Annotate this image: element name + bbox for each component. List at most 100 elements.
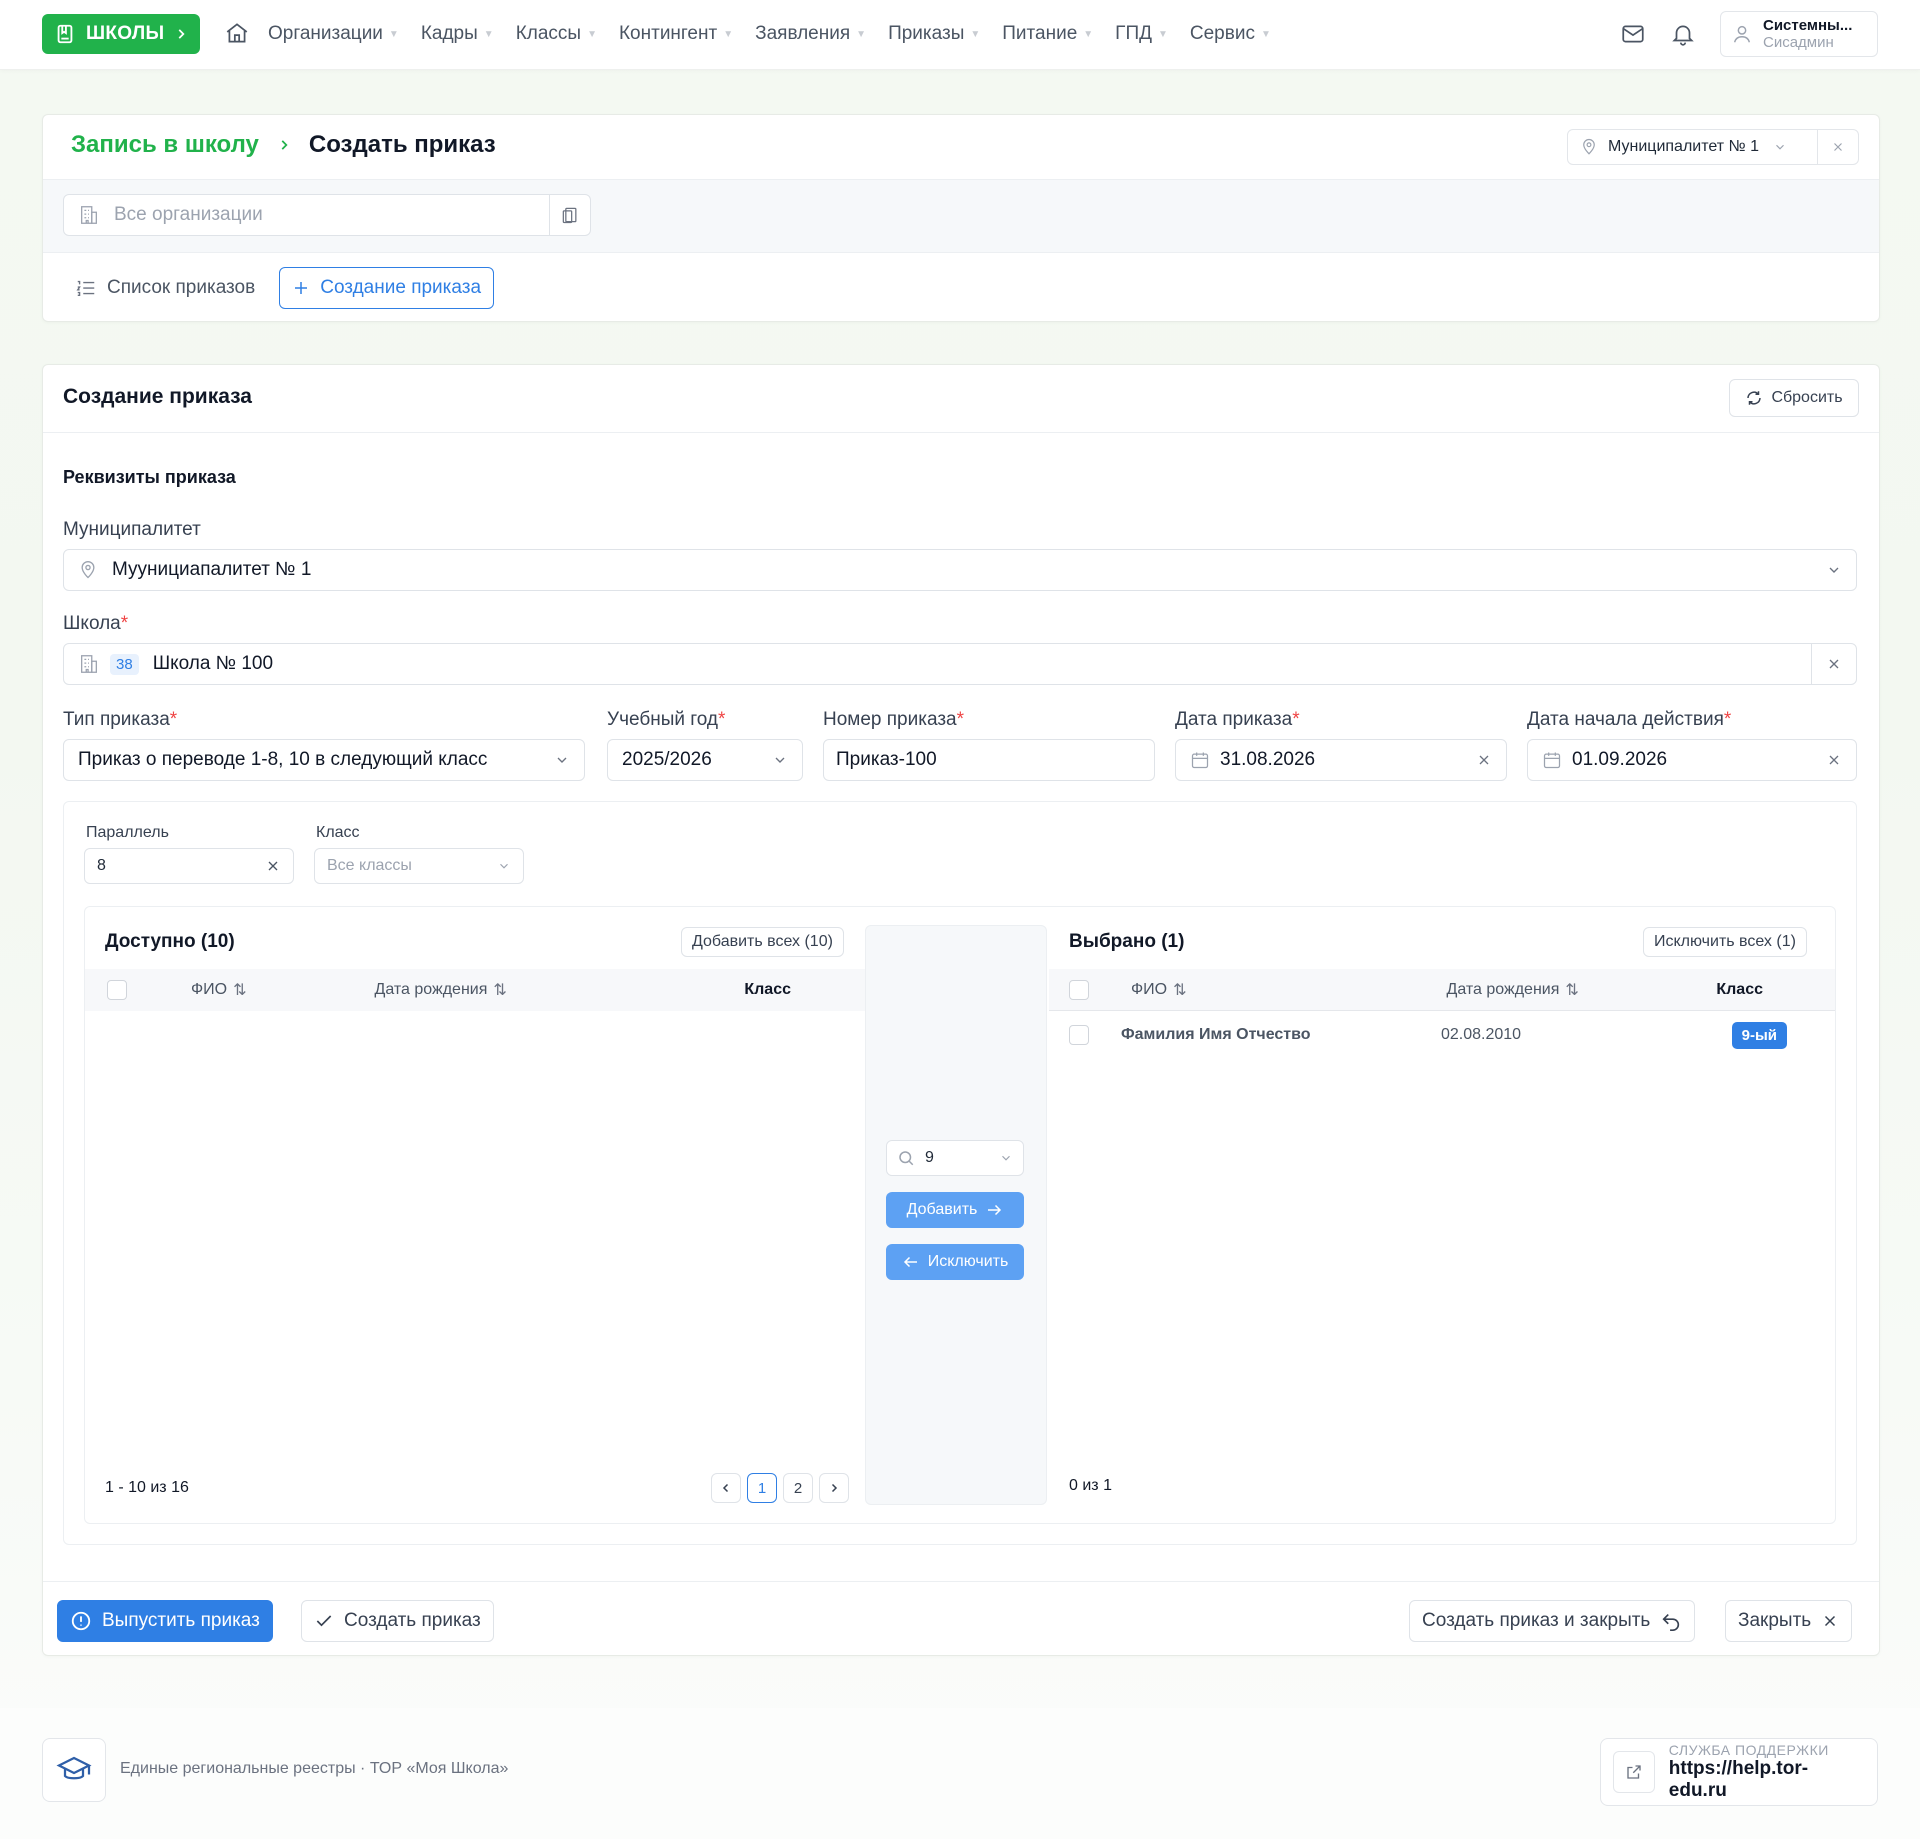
header-card: Запись в школу Создать приказ Муниципали… [42,114,1880,322]
add-all-button[interactable]: Добавить всех (10) [681,927,844,957]
tab-order-list[interactable]: Список приказов [75,277,255,299]
available-table-header: ФИО ⇅ Дата рождения ⇅ Класс [85,969,865,1011]
chevron-down-icon [772,752,788,768]
brand-button[interactable]: ШКОЛЫ [42,14,200,54]
class-select[interactable]: Все классы [314,848,524,884]
student-class: 9-ый [1731,1021,1787,1049]
add-button[interactable]: Добавить [886,1192,1024,1228]
parallel-value: 8 [97,857,106,874]
target-class-value: 9 [925,1149,934,1166]
tab-create-order[interactable]: Создание приказа [279,267,495,309]
municipality-select[interactable]: Муниципалитет № 1 [1568,130,1818,164]
select-all-checkbox[interactable] [1069,979,1089,1000]
footer-text: Единые региональные реестры · ТОР «Моя Ш… [120,1760,509,1777]
clear-school-button[interactable] [1812,656,1856,672]
order-number-value: Приказ-100 [836,749,937,770]
available-title: Доступно (10) [105,931,235,952]
external-link-icon [1613,1751,1655,1793]
table-row[interactable]: Фамилия Имя Отчество 02.08.2010 9-ый [1049,1013,1835,1057]
close-icon[interactable] [1826,752,1842,768]
order-form-card: Создание приказа Сбросить Реквизиты прик… [42,364,1880,1656]
menu-label: Классы [515,23,582,44]
start-date-value: 01.09.2026 [1572,749,1668,770]
menu-label: Организации [268,23,383,44]
close-icon[interactable] [1476,752,1492,768]
order-number-input[interactable]: Приказ-100 [823,739,1155,781]
menu-classes[interactable]: Классы ▼ [516,23,597,45]
next-page-button[interactable] [819,1473,849,1503]
support-url[interactable]: https://help.tor-edu.ru [1669,1758,1865,1802]
organization-input[interactable]: Все организации [64,195,550,235]
menu-food[interactable]: Питание ▼ [1002,23,1093,45]
home-icon[interactable] [224,20,250,46]
order-date-input[interactable]: 31.08.2026 [1175,739,1507,781]
col-fio[interactable]: ФИО ⇅ [191,980,247,1000]
col-fio[interactable]: ФИО ⇅ [1131,980,1187,1000]
section-title: Реквизиты приказа [63,467,236,487]
school-field[interactable]: 38 Школа № 100 [63,643,1857,685]
parallel-label: Параллель [86,824,169,841]
municipality-selector[interactable]: Муниципалитет № 1 [1567,129,1859,165]
copy-button[interactable] [550,205,590,225]
select-all-checkbox[interactable] [107,980,127,1000]
close-icon [1831,140,1845,154]
reset-button[interactable]: Сбросить [1729,379,1859,417]
start-date-input[interactable]: 01.09.2026 [1527,739,1857,781]
menu-orders[interactable]: Приказы ▼ [888,23,980,45]
user-role: Сисадмин [1763,34,1834,51]
class-tag: 9-ый [1731,1021,1787,1049]
menu-organizations[interactable]: Организации ▼ [268,23,399,45]
chevron-down-icon: ▼ [1157,28,1168,40]
page-button[interactable]: 2 [783,1473,813,1503]
col-class: Класс [744,981,791,998]
col-birth[interactable]: Дата рождения ⇅ [375,980,507,1000]
menu-service[interactable]: Сервис ▼ [1190,23,1271,45]
col-birth[interactable]: Дата рождения ⇅ [1447,980,1579,1000]
page-button[interactable]: 1 [747,1473,777,1503]
main-menu: Организации ▼ Кадры ▼ Классы ▼ Контингент ▼ … [268,0,1271,68]
row-checkbox[interactable] [1069,1025,1089,1045]
bell-icon[interactable] [1670,21,1696,47]
create-and-close-button[interactable]: Создать приказ и закрыть [1409,1600,1696,1642]
create-order-button[interactable]: Создать приказ [301,1600,494,1642]
exclude-label: Исключить [927,1253,1009,1270]
order-type-select[interactable]: Приказ о переводе 1-8, 10 в следующий кл… [63,739,585,781]
close-label: Закрыть [1738,1610,1812,1631]
menu-staff[interactable]: Кадры ▼ [421,23,494,45]
school-label-text: Школа [63,613,121,634]
publish-order-button[interactable]: Выпустить приказ [57,1600,273,1642]
form-header: Создание приказа Сбросить [43,365,1879,433]
alert-circle-icon [70,1610,92,1632]
close-icon[interactable] [265,858,281,874]
chevron-down-icon [497,859,511,873]
exclude-button[interactable]: Исключить [886,1244,1024,1280]
close-button[interactable]: Закрыть [1725,1600,1853,1642]
menu-gpd[interactable]: ГПД ▼ [1115,23,1168,45]
required-mark: * [169,709,178,730]
mail-icon[interactable] [1620,21,1646,47]
breadcrumb-link[interactable]: Запись в школу [71,131,259,159]
label-text: Дата приказа [1175,709,1293,730]
exclude-all-button[interactable]: Исключить всех (1) [1643,927,1807,957]
sort-icon: ⇅ [233,982,247,999]
organization-select[interactable]: Все организации [63,194,591,236]
organization-placeholder: Все организации [114,204,263,225]
student-fio: Фамилия Имя Отчество [1121,1026,1311,1043]
book-icon [54,23,76,45]
school-select[interactable]: 38 Школа № 100 [64,644,1812,684]
plus-icon [292,279,310,297]
year-select[interactable]: 2025/2026 [607,739,803,781]
menu-contingent[interactable]: Контингент ▼ [619,23,733,45]
municipality-field[interactable]: Муунициапалитет № 1 [63,549,1857,591]
menu-applications[interactable]: Заявления ▼ [755,23,866,45]
target-class-select[interactable]: 9 [886,1140,1024,1176]
user-menu[interactable]: Системны... Сисадмин [1720,11,1878,57]
support-link[interactable]: СЛУЖБА ПОДДЕРЖКИ https://help.tor-edu.ru [1600,1738,1878,1806]
selected-title: Выбрано (1) [1069,931,1185,952]
clear-municipality-button[interactable] [1818,140,1858,154]
parallel-input[interactable]: 8 [84,848,294,884]
close-icon [1826,656,1842,672]
top-navbar: ШКОЛЫ Организации ▼ Кадры ▼ Классы ▼ Контин… [0,0,1920,70]
prev-page-button[interactable] [711,1473,741,1503]
menu-label: ГПД [1115,23,1152,44]
